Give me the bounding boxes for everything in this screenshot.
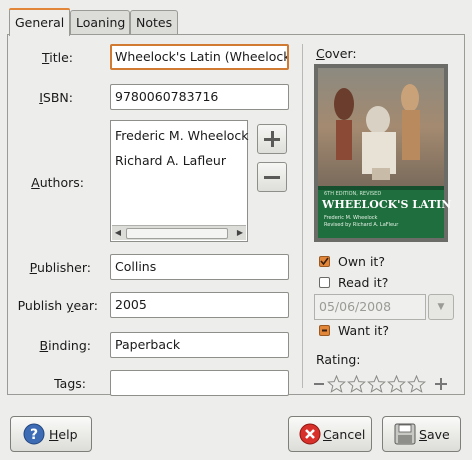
tab-loaning-label: Loaning [76, 15, 126, 30]
isbn-value: 9780060783716 [115, 89, 219, 104]
star-icon[interactable] [367, 375, 386, 393]
binding-input[interactable]: Paperback [110, 332, 289, 358]
cover-title: WHEELOCK'S LATIN [322, 198, 452, 211]
authors-scrollbar[interactable]: ◀ ▶ [112, 225, 246, 240]
binding-value: Paperback [115, 337, 181, 352]
vertical-separator [302, 44, 303, 388]
remove-author-button[interactable] [257, 162, 287, 192]
want-it-label[interactable]: Want it? [338, 323, 389, 338]
binding-label: Binding: [39, 338, 91, 353]
minus-icon [264, 176, 280, 179]
list-item[interactable]: Frederic M. Wheelock [115, 128, 249, 143]
cancel-icon [299, 423, 321, 445]
want-it-checkbox[interactable] [319, 325, 330, 336]
cancel-label: Cancel [323, 427, 366, 442]
tab-general-label: General [15, 15, 65, 30]
authors-list[interactable]: Frederic M. Wheelock Richard A. Lafleur … [110, 120, 249, 242]
cancel-button[interactable]: Cancel [288, 416, 372, 452]
title-input[interactable]: Wheelock's Latin (Wheelock [110, 44, 289, 70]
rating-increase-icon[interactable] [433, 375, 449, 393]
publish-year-label: Publish year: [17, 298, 98, 313]
save-button[interactable]: Save [382, 416, 461, 452]
rating-decrease-icon[interactable] [313, 375, 325, 393]
help-icon: ? [23, 423, 45, 445]
rating-widget[interactable] [313, 375, 453, 395]
check-icon [320, 257, 329, 266]
tab-notes[interactable]: Notes [130, 10, 178, 34]
save-icon [394, 423, 416, 445]
tab-general[interactable]: General [9, 8, 70, 36]
own-it-checkbox[interactable] [319, 256, 330, 267]
list-item[interactable]: Richard A. Lafleur [115, 153, 226, 168]
svg-text:?: ? [30, 427, 38, 443]
tab-notes-label: Notes [136, 15, 173, 30]
rating-label: Rating: [316, 352, 361, 367]
scroll-left-icon[interactable]: ◀ [112, 226, 124, 240]
tab-loaning[interactable]: Loaning [70, 10, 130, 34]
star-icon[interactable] [407, 375, 426, 393]
plus-icon [264, 131, 280, 147]
own-it-label[interactable]: Own it? [338, 254, 385, 269]
scroll-right-icon[interactable]: ▶ [234, 226, 246, 240]
help-label: Help [49, 427, 78, 442]
publish-year-value: 2005 [115, 297, 147, 312]
authors-label: Authors: [31, 175, 84, 190]
star-icon[interactable] [347, 375, 366, 393]
publisher-label: Publisher: [29, 260, 91, 275]
date-dropdown-button[interactable]: ▼ [428, 294, 454, 320]
star-icon[interactable] [387, 375, 406, 393]
read-date-input[interactable]: 05/06/2008 [314, 294, 426, 320]
cover-author-1: Frederic M. Wheelock [324, 215, 378, 221]
tags-label: Tags: [54, 376, 86, 391]
cover-author-2: Revised by Richard A. LaFleur [324, 222, 399, 228]
mixed-state-icon [322, 329, 327, 332]
save-label: Save [419, 427, 450, 442]
help-button[interactable]: ? Help [10, 416, 92, 452]
publisher-value: Collins [115, 259, 157, 274]
read-it-checkbox[interactable] [319, 277, 330, 288]
isbn-input[interactable]: 9780060783716 [110, 84, 289, 110]
read-date-value: 05/06/2008 [319, 299, 392, 314]
publish-year-input[interactable]: 2005 [110, 292, 289, 318]
cover-edition: 6TH EDITION, REVISED [324, 191, 382, 197]
star-icon[interactable] [327, 375, 346, 393]
cover-image[interactable]: 6TH EDITION, REVISED WHEELOCK'S LATIN Fr… [314, 64, 452, 242]
read-it-label[interactable]: Read it? [338, 275, 388, 290]
publisher-input[interactable]: Collins [110, 254, 289, 280]
tags-input[interactable] [110, 370, 289, 396]
cover-label: Cover: [316, 46, 357, 61]
add-author-button[interactable] [257, 124, 287, 154]
chevron-down-icon: ▼ [437, 302, 445, 312]
title-value: Wheelock's Latin (Wheelock [115, 49, 289, 64]
title-label: Title: [41, 50, 73, 65]
isbn-label: ISBN: [39, 90, 73, 105]
scroll-thumb[interactable] [126, 228, 228, 239]
